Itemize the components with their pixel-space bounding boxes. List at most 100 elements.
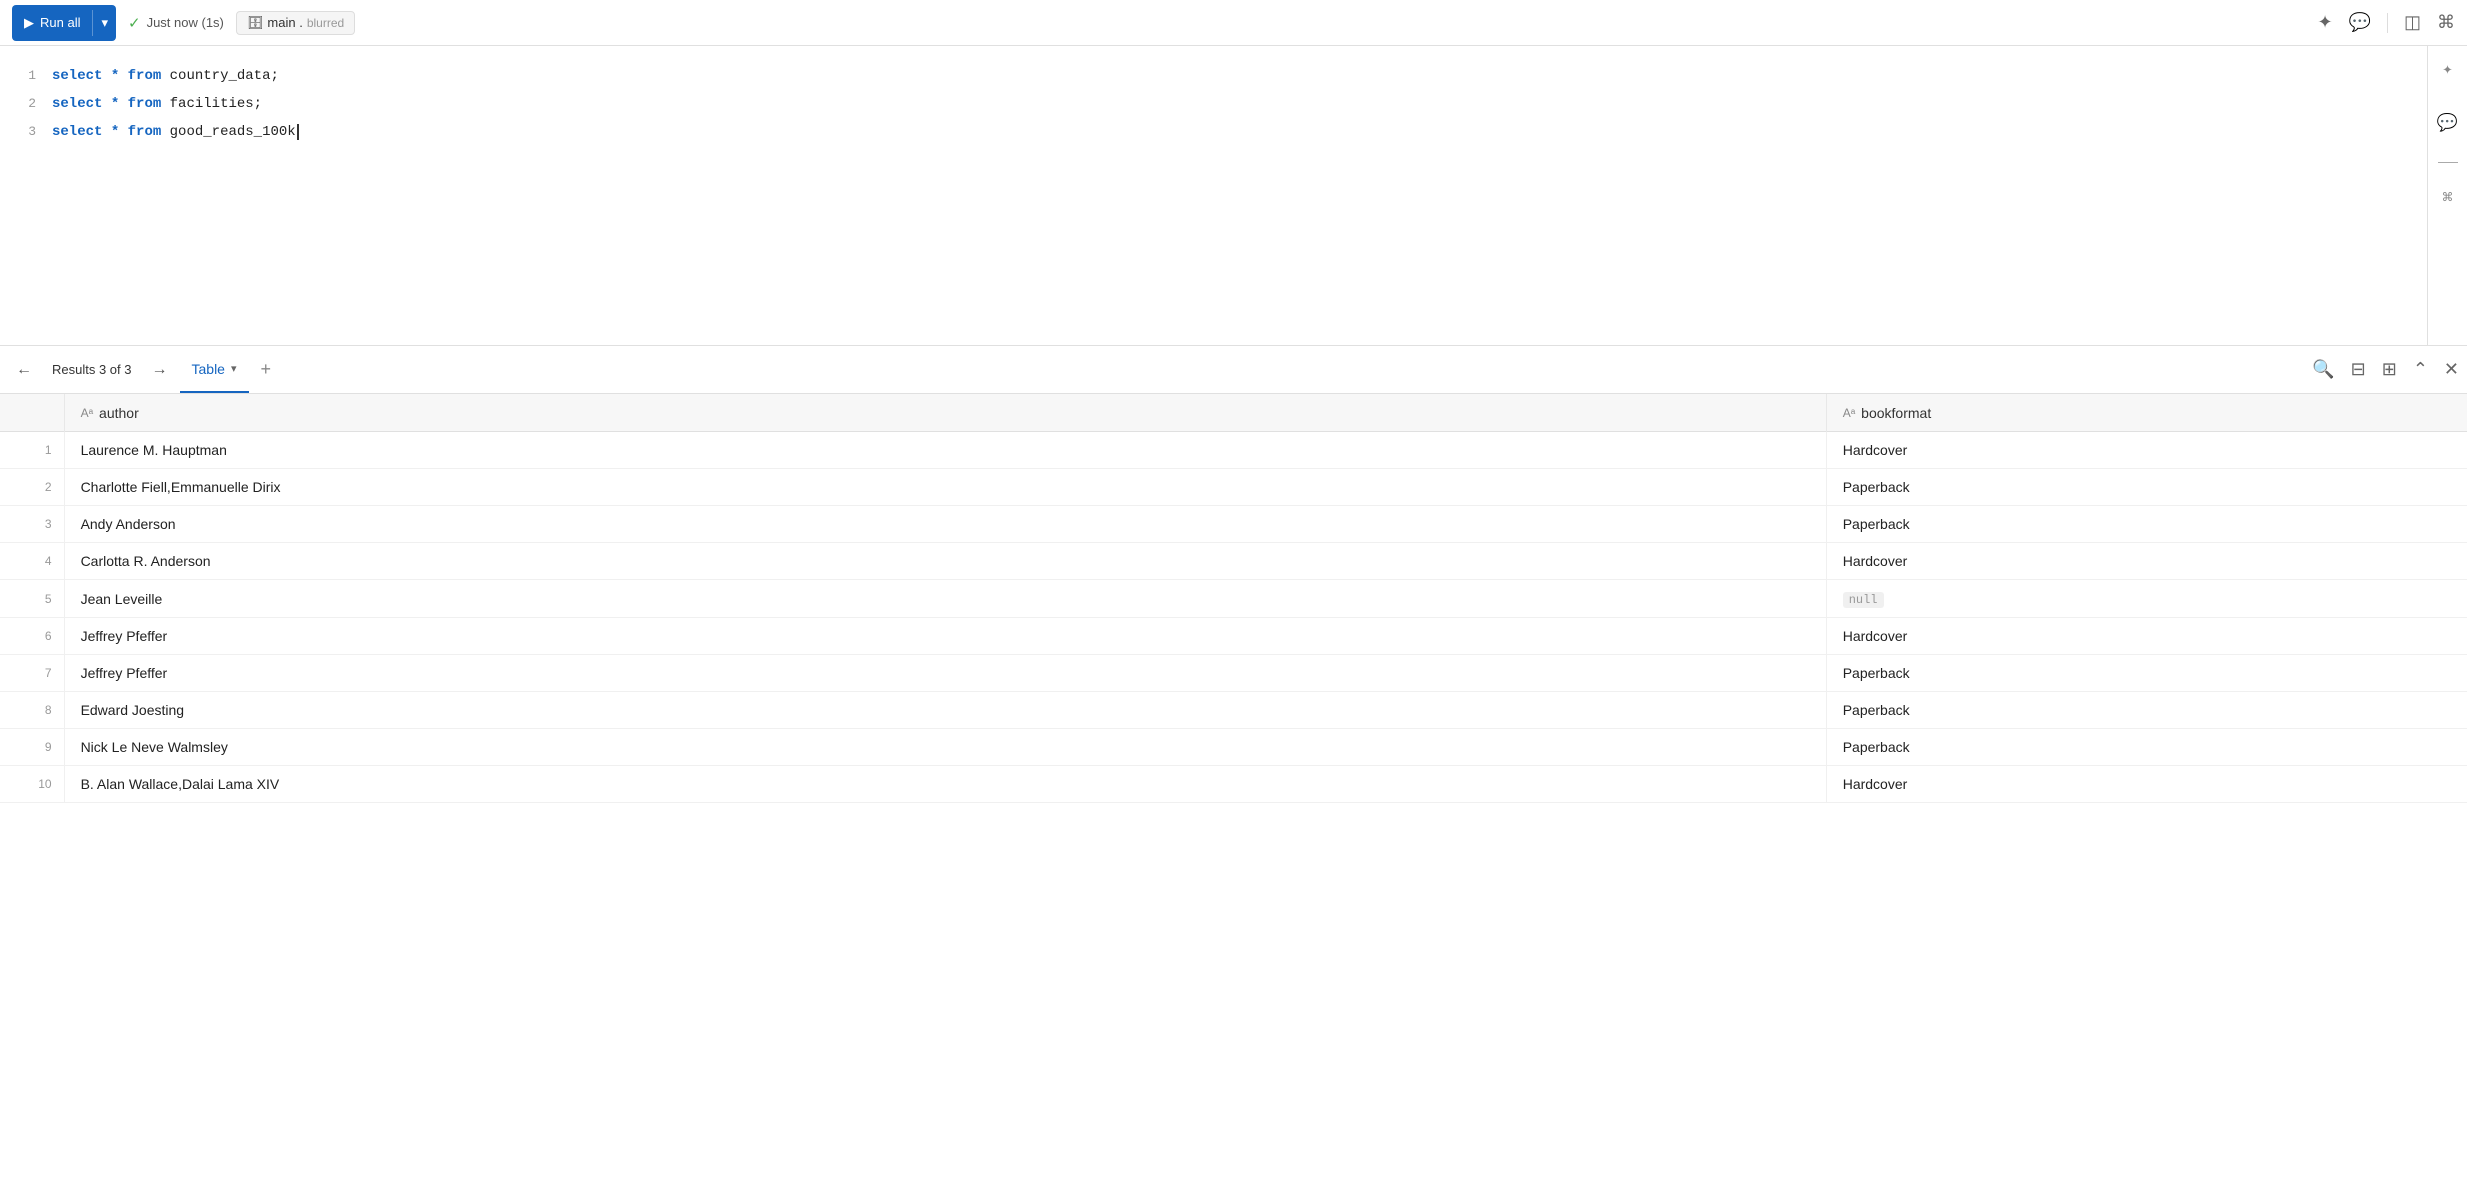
- status-label: Just now (1s): [147, 15, 224, 30]
- run-all-label: Run all: [40, 15, 80, 30]
- db-path: blurred: [307, 16, 344, 30]
- author-cell: Jean Leveille: [64, 580, 1826, 618]
- bookformat-cell: Hardcover: [1826, 543, 2467, 580]
- col-sort-icon[interactable]: ⇅: [1798, 404, 1810, 421]
- toolbar-right: ✦ 💬 ◫ ⌘: [2317, 12, 2455, 33]
- dropdown-icon: ▾: [101, 15, 108, 31]
- results-bar-right: 🔍 ⊟ ⊞ ⌃ ✕: [2312, 359, 2459, 380]
- columns-icon[interactable]: ⊞: [2382, 359, 2397, 380]
- line-code-2: select * from facilities;: [52, 90, 262, 118]
- col-menu-icon[interactable]: ⋮: [1780, 404, 1794, 421]
- bookformat-type-icon: Aᵃ: [1843, 406, 1855, 420]
- pin-icon[interactable]: ✦: [2317, 12, 2332, 33]
- author-type-icon: Aᵃ: [81, 406, 93, 420]
- table-row: 8Edward JoestingPaperback: [0, 692, 2467, 729]
- sparkle-icon[interactable]: ✦: [2442, 54, 2452, 88]
- bookformat-cell: Paperback: [1826, 506, 2467, 543]
- row-num-cell: 8: [0, 692, 64, 729]
- row-num-header: [0, 394, 64, 432]
- editor-sidebar: ✦ 💬 ⌘: [2427, 46, 2467, 346]
- row-num-cell: 4: [0, 543, 64, 580]
- tab-table-label: Table: [192, 361, 225, 377]
- divider: [2387, 13, 2388, 33]
- chat-icon[interactable]: 💬: [2349, 12, 2371, 33]
- toolbar: ▶ Run all ▾ ✓ Just now (1s) 🗄 main . blu…: [0, 0, 2467, 46]
- close-icon[interactable]: ✕: [2444, 359, 2459, 380]
- editor-line-1: 1 select * from country_data;: [16, 62, 2451, 90]
- line-code-1: select * from country_data;: [52, 62, 279, 90]
- panel-icon[interactable]: ◫: [2404, 12, 2421, 33]
- table-row: 3Andy AndersonPaperback: [0, 506, 2467, 543]
- bookformat-cell: null: [1826, 580, 2467, 618]
- tab-table[interactable]: Table ▾: [180, 346, 249, 393]
- table-row: 9Nick Le Neve WalmsleyPaperback: [0, 729, 2467, 766]
- row-num-cell: 7: [0, 655, 64, 692]
- next-result-button[interactable]: →: [144, 357, 176, 383]
- table-row: 5Jean Leveillenull: [0, 580, 2467, 618]
- table-row: 7Jeffrey PfefferPaperback: [0, 655, 2467, 692]
- author-cell: Jeffrey Pfeffer: [64, 618, 1826, 655]
- author-cell: Andy Anderson: [64, 506, 1826, 543]
- header-row: Aᵃ author ⋮ ⇅ Aᵃ bookformat: [0, 394, 2467, 432]
- author-cell: Charlotte Fiell,Emmanuelle Dirix: [64, 469, 1826, 506]
- author-cell: Carlotta R. Anderson: [64, 543, 1826, 580]
- table-row: 4Carlotta R. AndersonHardcover: [0, 543, 2467, 580]
- add-tab-button[interactable]: +: [253, 355, 280, 384]
- bookformat-cell: Hardcover: [1826, 432, 2467, 469]
- sql-editor[interactable]: 1 select * from country_data; 2 select *…: [0, 46, 2467, 346]
- comment-icon[interactable]: 💬: [2437, 108, 2458, 142]
- bookformat-cell: Hardcover: [1826, 618, 2467, 655]
- table-row: 1Laurence M. HauptmanHardcover: [0, 432, 2467, 469]
- search-icon[interactable]: 🔍: [2312, 359, 2334, 380]
- bookformat-cell: Paperback: [1826, 692, 2467, 729]
- line-number-3: 3: [16, 119, 36, 145]
- table-row: 10B. Alan Wallace,Dalai Lama XIVHardcove…: [0, 766, 2467, 803]
- editor-lines: 1 select * from country_data; 2 select *…: [0, 62, 2467, 146]
- table-row: 2Charlotte Fiell,Emmanuelle DirixPaperba…: [0, 469, 2467, 506]
- cmd-icon[interactable]: ⌘: [2437, 12, 2455, 33]
- author-cell: Nick Le Neve Walmsley: [64, 729, 1826, 766]
- bookformat-cell: Paperback: [1826, 655, 2467, 692]
- editor-line-2: 2 select * from facilities;: [16, 90, 2451, 118]
- author-cell: Laurence M. Hauptman: [64, 432, 1826, 469]
- run-icon: ▶: [24, 15, 34, 31]
- bookformat-cell: Paperback: [1826, 469, 2467, 506]
- line-number-2: 2: [16, 91, 36, 117]
- row-num-cell: 9: [0, 729, 64, 766]
- prev-result-button[interactable]: ←: [8, 357, 40, 383]
- row-num-cell: 6: [0, 618, 64, 655]
- expand-icon[interactable]: ⌃: [2413, 359, 2428, 380]
- th-author: Aᵃ author ⋮ ⇅: [64, 394, 1826, 432]
- database-selector[interactable]: 🗄 main . blurred: [236, 11, 355, 35]
- row-num-cell: 10: [0, 766, 64, 803]
- results-bar: ← Results 3 of 3 → Table ▾ + 🔍 ⊟ ⊞ ⌃ ✕: [0, 346, 2467, 394]
- grid-icon[interactable]: ⌘: [2442, 183, 2452, 217]
- table-body: 1Laurence M. HauptmanHardcover2Charlotte…: [0, 432, 2467, 803]
- check-icon: ✓: [128, 14, 141, 32]
- bookformat-col-label: bookformat: [1861, 405, 1931, 421]
- run-all-dropdown-button[interactable]: ▾: [92, 10, 116, 36]
- results-label: Results 3 of 3: [44, 362, 140, 377]
- sidebar-divider: [2438, 162, 2458, 163]
- row-num-cell: 5: [0, 580, 64, 618]
- run-all-button[interactable]: ▶ Run all ▾: [12, 5, 116, 41]
- bookformat-cell: Paperback: [1826, 729, 2467, 766]
- table-header: Aᵃ author ⋮ ⇅ Aᵃ bookformat: [0, 394, 2467, 432]
- author-col-label: author: [99, 405, 139, 421]
- row-num-cell: 2: [0, 469, 64, 506]
- author-cell: Jeffrey Pfeffer: [64, 655, 1826, 692]
- author-cell: B. Alan Wallace,Dalai Lama XIV: [64, 766, 1826, 803]
- filter-icon[interactable]: ⊟: [2351, 359, 2366, 380]
- run-status: ✓ Just now (1s): [128, 14, 224, 32]
- editor-line-3: 3 select * from good_reads_100k: [16, 118, 2451, 146]
- table-row: 6Jeffrey PfefferHardcover: [0, 618, 2467, 655]
- tab-dropdown-icon: ▾: [231, 362, 237, 375]
- results-table: Aᵃ author ⋮ ⇅ Aᵃ bookformat: [0, 394, 2467, 803]
- line-number-1: 1: [16, 63, 36, 89]
- row-num-cell: 1: [0, 432, 64, 469]
- table-container: Aᵃ author ⋮ ⇅ Aᵃ bookformat: [0, 394, 2467, 1193]
- db-icon: 🗄: [247, 15, 264, 31]
- bookformat-cell: Hardcover: [1826, 766, 2467, 803]
- line-code-3: select * from good_reads_100k: [52, 118, 307, 146]
- th-bookformat: Aᵃ bookformat: [1826, 394, 2467, 432]
